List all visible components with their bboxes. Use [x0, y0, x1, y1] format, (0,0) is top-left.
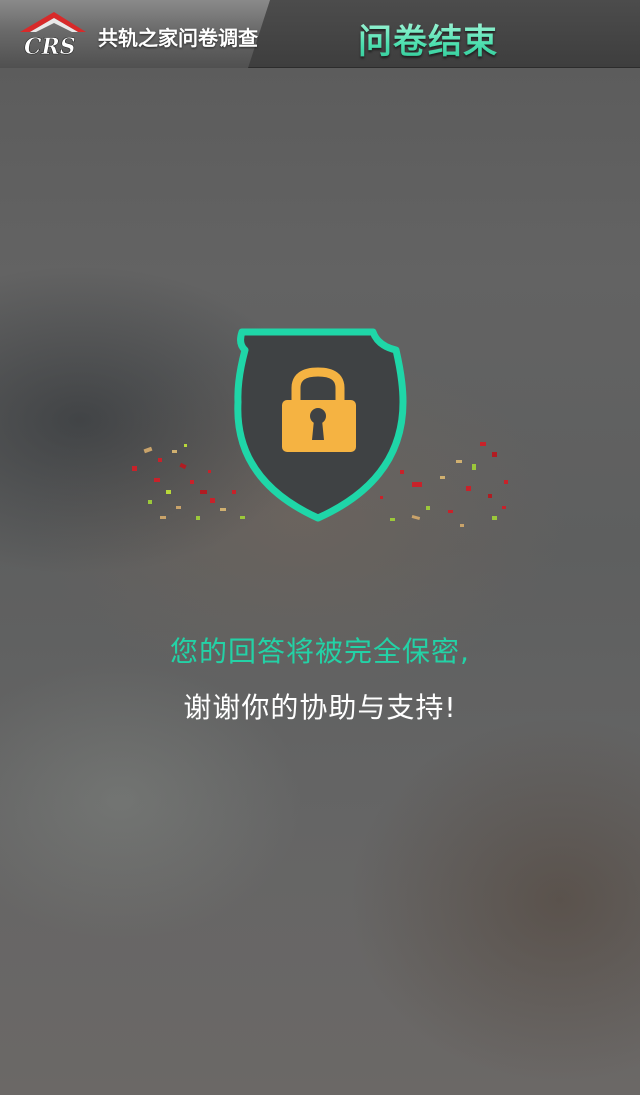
confidentiality-message: 您的回答将被完全保密,	[170, 635, 470, 668]
confetti-right	[380, 442, 508, 527]
header-bar: CRS 共轨之家问卷调查 问卷结束	[0, 0, 640, 68]
logo-text: CRS	[24, 34, 76, 58]
confetti-left	[132, 444, 245, 520]
page-title: 问卷结束	[358, 14, 498, 63]
app-name: 共轨之家问卷调查	[98, 26, 258, 50]
thanks-message: 谢谢你的协助与支持!	[183, 691, 457, 724]
crs-logo: CRS	[16, 10, 90, 60]
shield-lock-icon	[100, 320, 540, 560]
